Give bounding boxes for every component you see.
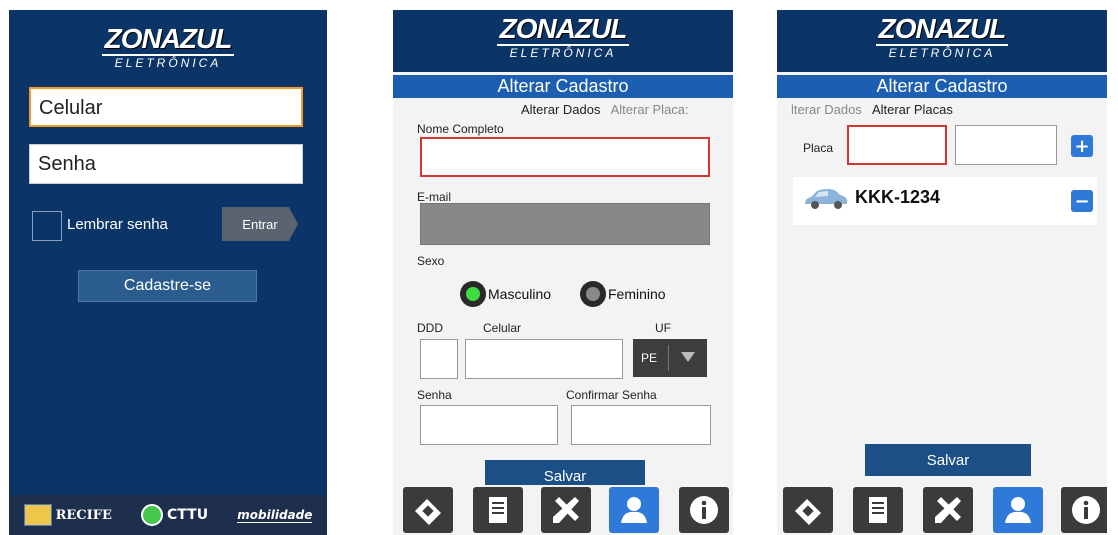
celular-label: Celular — [483, 321, 522, 335]
radio-unselected-dot — [586, 287, 600, 301]
masculino-label: Masculino — [488, 286, 552, 302]
tab-alterar-placas[interactable]: Alterar Placa: — [611, 102, 689, 117]
nav-receipt[interactable] — [853, 487, 903, 533]
info-icon — [1072, 496, 1100, 524]
zonazul-logo: ZONAZUL ELETRÔNICA — [777, 14, 1107, 60]
tab-alterar-placas[interactable]: Alterar Placas — [872, 102, 953, 117]
senha-field[interactable] — [420, 405, 558, 445]
chevron-down-icon — [681, 352, 695, 362]
bottom-nav — [777, 485, 1107, 535]
remember-label: Lembrar senha — [67, 216, 168, 233]
nav-tools[interactable] — [541, 487, 591, 533]
logo-subtitle: ELETRÔNICA — [888, 46, 996, 60]
logo-subtitle: ELETRÔNICA — [114, 56, 222, 70]
header: ZONAZUL ELETRÔNICA — [777, 10, 1107, 72]
ddd-label: DDD — [417, 321, 443, 335]
recife-emblem-icon — [23, 504, 52, 526]
cttu-circle-icon — [141, 504, 164, 526]
nome-label: Nome Completo — [417, 122, 504, 136]
uf-separator — [668, 345, 669, 371]
placa-label: Placa — [803, 141, 834, 155]
confirmar-senha-label: Confirmar Senha — [566, 388, 657, 402]
info-icon — [690, 496, 718, 524]
entrar-button[interactable]: Entrar — [222, 207, 298, 241]
zonazul-logo: ZONAZUL ELETRÔNICA — [9, 24, 327, 70]
logo-title: ZONAZUL — [101, 24, 235, 56]
header: ZONAZUL ELETRÔNICA — [393, 10, 733, 72]
tab-bar: lterar Dados Alterar Placas — [791, 102, 953, 117]
logo-subtitle: ELETRÔNICA — [509, 46, 617, 60]
sexo-label: Sexo — [417, 254, 445, 268]
cttu-logo: CTTU — [141, 504, 208, 526]
user-icon — [1005, 497, 1031, 523]
placa-letters-field[interactable] — [847, 125, 947, 165]
tab-alterar-dados[interactable]: lterar Dados — [791, 102, 862, 117]
nav-ticket[interactable] — [403, 487, 453, 533]
radio-selected-dot — [466, 287, 480, 301]
feminino-radio[interactable] — [580, 281, 606, 307]
ticket-icon — [795, 499, 821, 525]
celular-field[interactable] — [465, 339, 623, 379]
receipt-icon — [869, 497, 887, 523]
recife-logo: RECIFE — [23, 504, 112, 526]
feminino-label: Feminino — [608, 286, 666, 302]
tools-icon — [553, 497, 579, 523]
page-title: Alterar Cadastro — [393, 75, 733, 98]
sponsor-footer: RECIFE CTTU mobilidade — [9, 495, 327, 535]
uf-select[interactable]: PE — [633, 339, 707, 377]
senha-label: Senha — [417, 388, 452, 402]
receipt-icon — [489, 497, 507, 523]
nav-info[interactable] — [679, 487, 729, 533]
senha-input[interactable]: Senha — [29, 144, 303, 184]
nav-ticket[interactable] — [783, 487, 833, 533]
bottom-nav — [393, 485, 733, 535]
confirmar-senha-field[interactable] — [571, 405, 711, 445]
car-icon — [805, 189, 848, 209]
nav-user[interactable] — [993, 487, 1043, 533]
page-title: Alterar Cadastro — [777, 75, 1107, 98]
nav-tools[interactable] — [923, 487, 973, 533]
masculino-radio[interactable] — [460, 281, 486, 307]
nome-field[interactable] — [420, 137, 710, 177]
email-field[interactable] — [420, 203, 710, 245]
user-icon — [621, 497, 647, 523]
tab-alterar-dados[interactable]: Alterar Dados — [521, 102, 600, 117]
ddd-field[interactable] — [420, 339, 458, 379]
alterar-dados-screen: ZONAZUL ELETRÔNICA Alterar Cadastro Alte… — [393, 10, 733, 535]
logo-title: ZONAZUL — [875, 14, 1009, 46]
zonazul-logo: ZONAZUL ELETRÔNICA — [393, 14, 733, 60]
uf-label: UF — [655, 321, 671, 335]
uf-value: PE — [641, 351, 658, 365]
ticket-icon — [415, 499, 441, 525]
nav-receipt[interactable] — [473, 487, 523, 533]
remember-checkbox[interactable] — [32, 211, 62, 241]
nav-user[interactable] — [609, 487, 659, 533]
remove-plate-button[interactable]: − — [1071, 190, 1093, 212]
mobilidade-logo: mobilidade — [237, 507, 313, 523]
logo-title: ZONAZUL — [496, 14, 630, 46]
celular-input[interactable]: Celular — [29, 87, 303, 127]
email-label: E-mail — [417, 190, 452, 204]
cadastre-button[interactable]: Cadastre-se — [78, 270, 257, 302]
plate-number: KKK-1234 — [855, 187, 941, 207]
tab-bar: Alterar Dados Alterar Placa: — [521, 102, 689, 117]
cttu-text: CTTU — [167, 507, 209, 523]
tools-icon — [935, 497, 961, 523]
salvar-button[interactable]: Salvar — [865, 444, 1031, 476]
placa-numbers-field[interactable] — [955, 125, 1057, 165]
alterar-placas-screen: ZONAZUL ELETRÔNICA Alterar Cadastro lter… — [777, 10, 1107, 535]
recife-text: RECIFE — [55, 507, 112, 523]
add-plate-button[interactable]: + — [1071, 135, 1093, 157]
nav-info[interactable] — [1061, 487, 1107, 533]
login-screen: ZONAZUL ELETRÔNICA Celular Senha Lembrar… — [9, 10, 327, 535]
